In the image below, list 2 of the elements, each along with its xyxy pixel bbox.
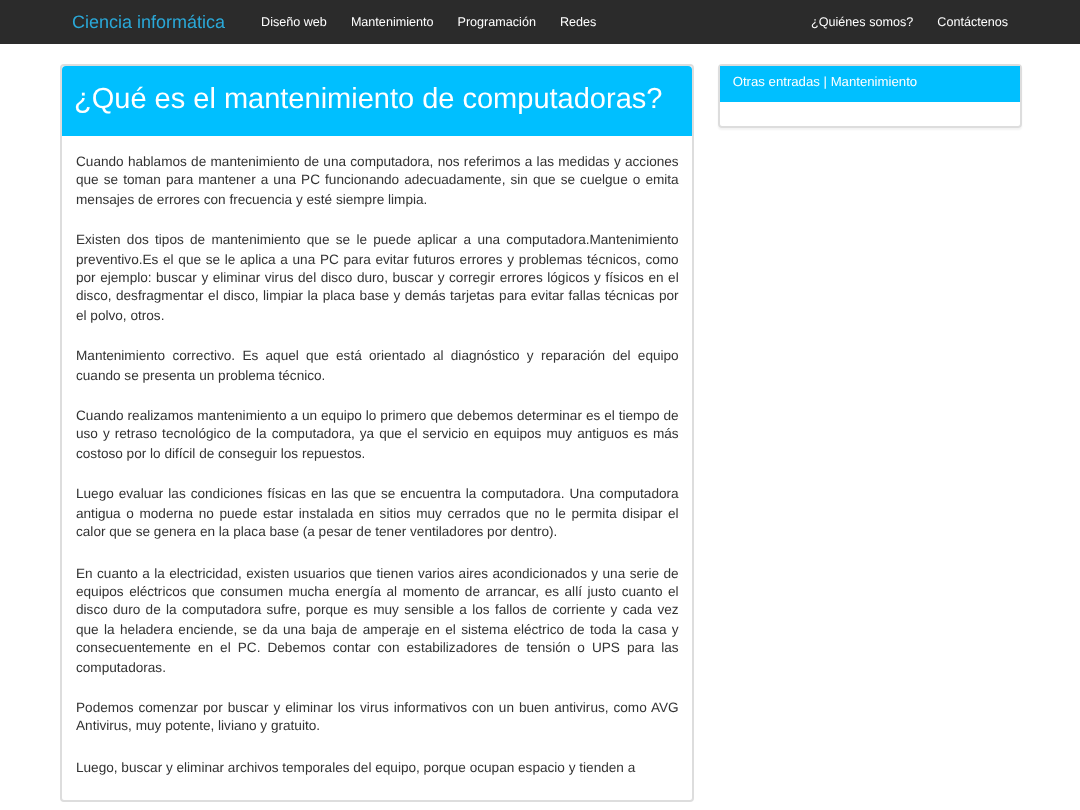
brand-link[interactable]: Ciencia informática [60, 8, 238, 36]
article-title: ¿Qué es el mantenimiento de computadoras? [62, 66, 693, 136]
